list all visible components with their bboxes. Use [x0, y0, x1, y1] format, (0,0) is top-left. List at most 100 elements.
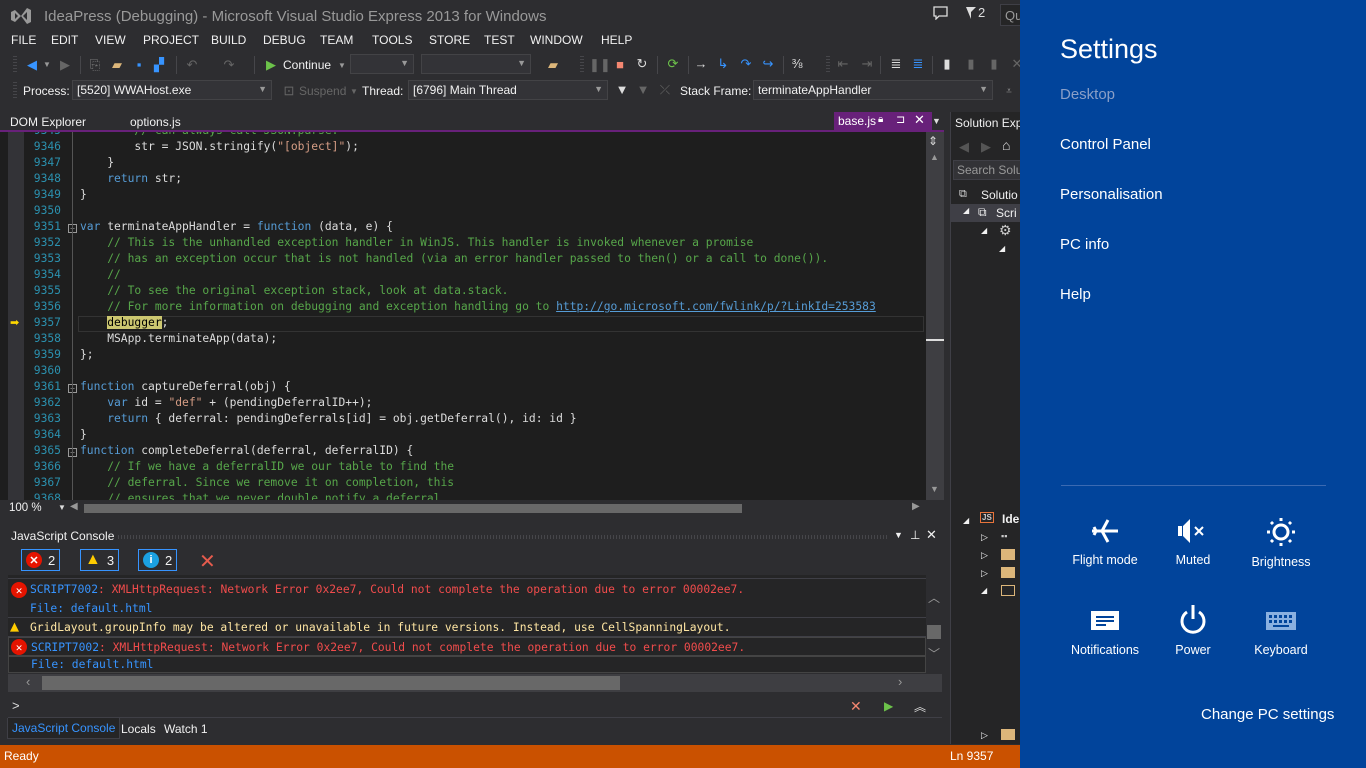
expand-icon[interactable]: ◢ — [963, 206, 969, 215]
zoom-dropdown-icon[interactable]: ▼ — [58, 503, 66, 512]
step-into-icon[interactable]: ↳ — [714, 56, 732, 72]
dropdown-icon[interactable]: ▼ — [38, 57, 56, 73]
scroll-right-icon[interactable]: › — [898, 674, 902, 689]
uncomment-lines-icon[interactable]: ≣ — [909, 56, 927, 72]
code-line[interactable]: return str; — [80, 172, 182, 185]
code-line[interactable]: } — [80, 188, 87, 201]
messages-filter-button[interactable]: i2 — [138, 549, 178, 571]
expand-icon[interactable]: ◢ — [981, 586, 987, 595]
tree-item-solution[interactable]: Solutio — [981, 188, 1018, 202]
code-line[interactable]: str = JSON.stringify("[object]"); — [80, 140, 358, 153]
menu-project[interactable]: PROJECT — [143, 33, 199, 47]
code-line[interactable]: // ensures that we never double notify a… — [80, 492, 440, 500]
scroll-thumb[interactable] — [927, 625, 941, 639]
tab-overflow-icon[interactable]: ▼ — [932, 116, 941, 126]
collapse-icon[interactable]: ▷ — [981, 568, 988, 579]
code-line[interactable]: } — [80, 156, 114, 169]
open-file-icon[interactable]: ▰ — [108, 57, 126, 73]
code-line[interactable]: debugger; — [80, 316, 168, 329]
console-horizontal-scrollbar[interactable]: ‹ › — [8, 674, 942, 692]
step-out-icon[interactable]: ↪ — [759, 56, 777, 72]
suspend-icon[interactable]: ⊡ — [280, 83, 298, 99]
dropdown-icon[interactable]: ▼ — [333, 58, 351, 74]
code-line[interactable]: // If we have a deferralID we our table … — [80, 460, 454, 473]
scroll-down-icon[interactable]: ▼ — [930, 484, 939, 494]
code-line[interactable]: MSApp.terminateApp(data); — [80, 332, 277, 345]
horizontal-scroll-thumb[interactable] — [42, 676, 620, 690]
brightness-button[interactable]: Brightness — [1236, 517, 1326, 569]
suspend-button[interactable]: Suspend — [299, 84, 346, 98]
show-flagged-threads-icon[interactable]: ▼ — [634, 82, 652, 98]
forward-icon[interactable]: ▶ — [981, 139, 991, 155]
expand-icon[interactable]: ◢ — [963, 516, 969, 525]
console-file-row[interactable]: File: default.html — [8, 656, 926, 673]
navigate-forward-icon[interactable]: ▶ — [56, 57, 74, 73]
next-bookmark-icon[interactable]: ▮ — [985, 56, 1003, 72]
horizontal-scroll-thumb[interactable] — [84, 504, 742, 513]
code-line[interactable]: } — [80, 428, 87, 441]
undo-icon[interactable]: ↶ — [183, 57, 201, 73]
scroll-up-icon[interactable]: ︿ — [928, 589, 940, 606]
break-all-icon[interactable]: ❚❚ — [589, 57, 611, 73]
toolbar-options-icon[interactable]: ⩡ — [1000, 84, 1018, 100]
indent-icon[interactable]: ⇥ — [858, 56, 876, 72]
settings-pc-info[interactable]: PC info — [1060, 236, 1109, 253]
toolbar-grip[interactable] — [826, 56, 830, 74]
show-next-statement-icon[interactable]: → — [692, 56, 710, 72]
tree-item-js-project[interactable]: Ide — [1002, 512, 1019, 526]
scroll-left-icon[interactable]: ◀ — [70, 501, 78, 512]
toolbar-grip[interactable] — [13, 82, 17, 100]
comment-lines-icon[interactable]: ≣ — [887, 56, 905, 72]
code-line[interactable]: return { deferral: pendingDeferrals[id] … — [80, 412, 576, 425]
close-panel-icon[interactable]: ✕ — [926, 527, 937, 543]
pin-panel-icon[interactable]: ⊥ — [910, 528, 920, 542]
collapse-icon[interactable]: ▷ — [981, 730, 988, 741]
scroll-right-icon[interactable]: ▶ — [912, 501, 920, 512]
show-threads-in-source-icon[interactable]: ⤫ — [656, 82, 674, 98]
settings-control-panel[interactable]: Control Panel — [1060, 136, 1151, 153]
previous-bookmark-icon[interactable]: ▮ — [962, 56, 980, 72]
continue-button[interactable]: Continue — [283, 58, 331, 72]
code-editor[interactable]: ➡ 9345 // can always call JSON.parse. 934… — [0, 132, 944, 500]
menu-test[interactable]: TEST — [484, 33, 515, 47]
new-project-icon[interactable]: ⎘ — [86, 57, 104, 73]
zoom-level[interactable]: 100 % — [9, 502, 42, 514]
home-icon[interactable]: ⌂ — [1002, 137, 1010, 153]
power-button[interactable]: Power — [1148, 604, 1238, 657]
step-over-icon[interactable]: ↷ — [737, 56, 755, 72]
bookmark-icon[interactable]: ▮ — [938, 56, 956, 72]
tab-locals[interactable]: Locals — [121, 722, 156, 736]
scroll-left-icon[interactable]: ‹ — [26, 674, 30, 689]
console-file-row[interactable]: File: default.html — [8, 599, 926, 618]
console-warning-row[interactable]: ▲ GridLayout.groupInfo may be altered or… — [8, 617, 926, 637]
expand-icon[interactable]: ◢ — [999, 244, 1005, 253]
find-in-files-icon[interactable]: ▰ — [544, 57, 562, 73]
keyboard-button[interactable]: Keyboard — [1236, 607, 1326, 657]
collapse-icon[interactable]: ▷ — [981, 532, 988, 543]
save-all-icon[interactable]: ▞ — [150, 57, 168, 73]
clear-console-icon[interactable]: ✕ — [199, 549, 216, 574]
error-code[interactable]: SCRIPT7002 — [30, 583, 98, 596]
menu-debug[interactable]: DEBUG — [263, 33, 306, 47]
toolbar-grip[interactable] — [13, 56, 17, 74]
file-link[interactable]: File: default.html — [31, 658, 153, 671]
scroll-down-icon[interactable]: ﹀ — [928, 645, 940, 662]
tab-javascript-console[interactable]: JavaScript Console — [7, 718, 121, 739]
menu-edit[interactable]: EDIT — [51, 33, 78, 47]
settings-help[interactable]: Help — [1060, 286, 1091, 303]
tab-watch-1[interactable]: Watch 1 — [164, 722, 208, 736]
editor-vertical-scrollbar[interactable]: ⇕ ▲ ▼ — [926, 132, 944, 500]
thread-combo[interactable]: [6796] Main Thread ▼ — [408, 80, 608, 100]
code-line[interactable]: // For more information on debugging and… — [80, 300, 876, 313]
collapse-icon[interactable]: ▷ — [981, 550, 988, 561]
console-vertical-scrollbar[interactable]: ︿ ﹀ — [926, 575, 942, 673]
code-line[interactable]: // deferral. Since we remove it on compl… — [80, 476, 454, 489]
menu-window[interactable]: WINDOW — [530, 33, 583, 47]
restart-icon[interactable]: ↻ — [633, 56, 651, 72]
notifications-button[interactable]: Notifications — [1060, 607, 1150, 657]
close-tab-icon[interactable]: ✕ — [914, 112, 925, 128]
console-error-row[interactable]: ✕ SCRIPT7002: XMLHttpRequest: Network Er… — [8, 637, 926, 656]
tab-base-js[interactable]: base.js 🔒︎ ⊐ ✕ — [834, 112, 932, 131]
redo-icon[interactable]: ↷ — [220, 57, 238, 73]
hex-display-icon[interactable]: ⅜ — [788, 56, 806, 72]
